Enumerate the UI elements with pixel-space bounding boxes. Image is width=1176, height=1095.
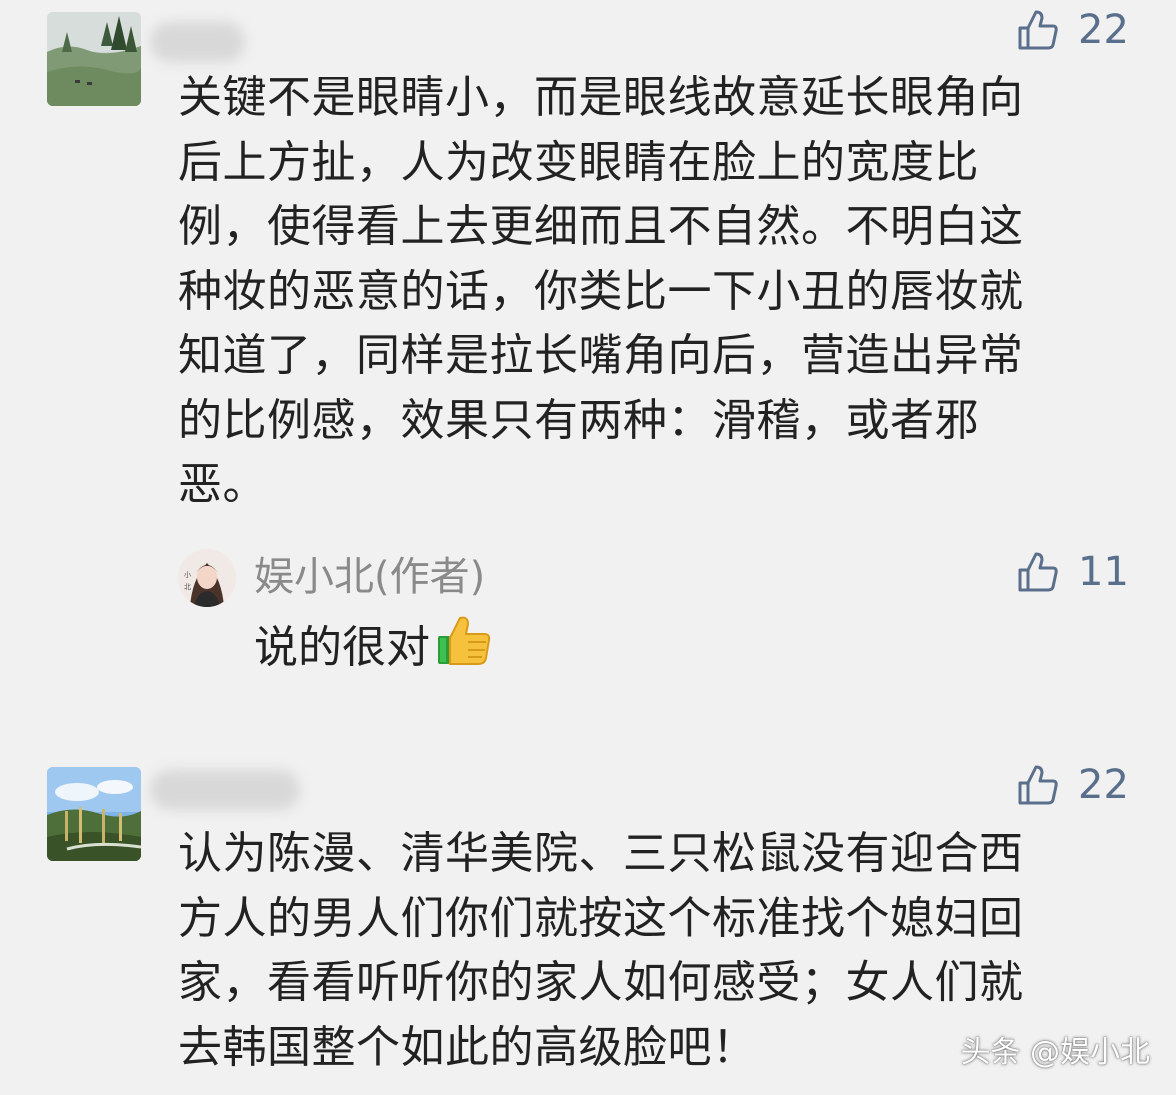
thumbs-up-icon [1018,552,1058,592]
watermark: 头条 @娱小北 [960,1035,1150,1070]
comment-line: 关键不是眼睛小，而是眼线故意延长眼角向 [178,72,1024,123]
comment-line: 例，使得看上去更细而且不自然。不明白这 [178,201,1024,252]
reply-like-count: 11 [1078,549,1129,595]
thumbs-up-icon [1018,765,1058,805]
thumbs-up-icon [1018,10,1058,50]
reply-body: 说的很对 [254,612,492,684]
like-count: 22 [1078,762,1129,808]
like-button[interactable]: 22 [1016,763,1129,807]
comment-line: 认为陈漫、清华美院、三只松鼠没有迎合西 [178,828,1024,879]
like-count: 22 [1078,7,1129,53]
landscape-photo-avatar-icon [47,767,141,861]
commenter-name-blurred[interactable] [150,22,245,62]
author-name[interactable]: 娱小北(作者) [254,554,485,600]
svg-text:北: 北 [184,583,191,591]
reply-like-button[interactable]: 11 [1016,550,1129,594]
comment-body: 关键不是眼睛小，而是眼线故意延长眼角向 后上方扯，人为改变眼睛在脸上的宽度比 例… [178,66,1118,518]
landscape-photo-avatar-icon [47,12,141,106]
comment-line: 知道了，同样是拉长嘴角向后，营造出异常 [178,330,1024,381]
reply-text: 说的很对 [254,622,430,673]
svg-text:小: 小 [184,570,191,579]
commenter-name-blurred[interactable] [150,770,300,810]
comment-line: 的比例感，效果只有两种：滑稽，或者邪 [178,394,979,446]
like-button[interactable]: 22 [1016,8,1129,52]
comment-line: 恶。 [178,459,267,510]
author-portrait-icon: 小 北 [178,549,236,607]
author-avatar[interactable]: 小 北 [178,549,236,607]
comment-line: 方人的男人们你们就按这个标准找个媳妇回 [178,892,1024,944]
commenter-avatar[interactable] [47,12,141,106]
thumbs-up-emoji-icon [436,612,492,684]
comment-line: 家，看看听听你的家人如何感受；女人们就 [178,957,1024,1008]
comment-line: 种妆的恶意的话，你类比一下小丑的唇妆就 [178,265,1024,317]
commenter-avatar[interactable] [47,767,141,861]
comment-line: 后上方扯，人为改变眼睛在脸上的宽度比 [178,136,979,188]
